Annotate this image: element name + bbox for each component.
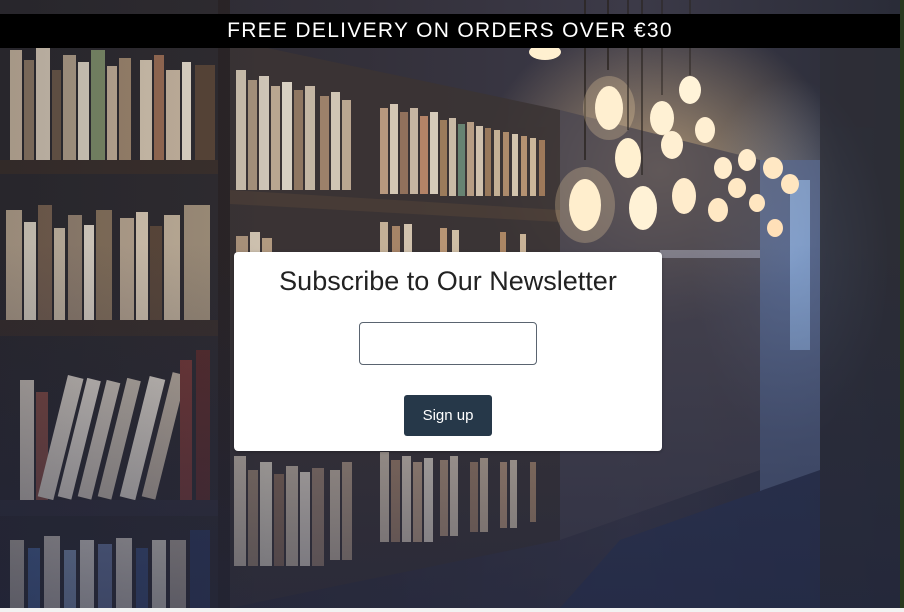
promo-banner: FREE DELIVERY ON ORDERS OVER €30	[0, 14, 900, 48]
newsletter-card: Subscribe to Our Newsletter Sign up	[234, 252, 662, 451]
promo-banner-text: FREE DELIVERY ON ORDERS OVER €30	[227, 19, 673, 42]
signup-button[interactable]: Sign up	[404, 395, 492, 436]
newsletter-email-input[interactable]	[359, 322, 537, 365]
newsletter-title: Subscribe to Our Newsletter	[279, 266, 617, 296]
bottom-edge-strip	[0, 608, 904, 612]
page: FREE DELIVERY ON ORDERS OVER €30 Subscri…	[0, 0, 904, 612]
right-edge-strip	[900, 0, 904, 612]
